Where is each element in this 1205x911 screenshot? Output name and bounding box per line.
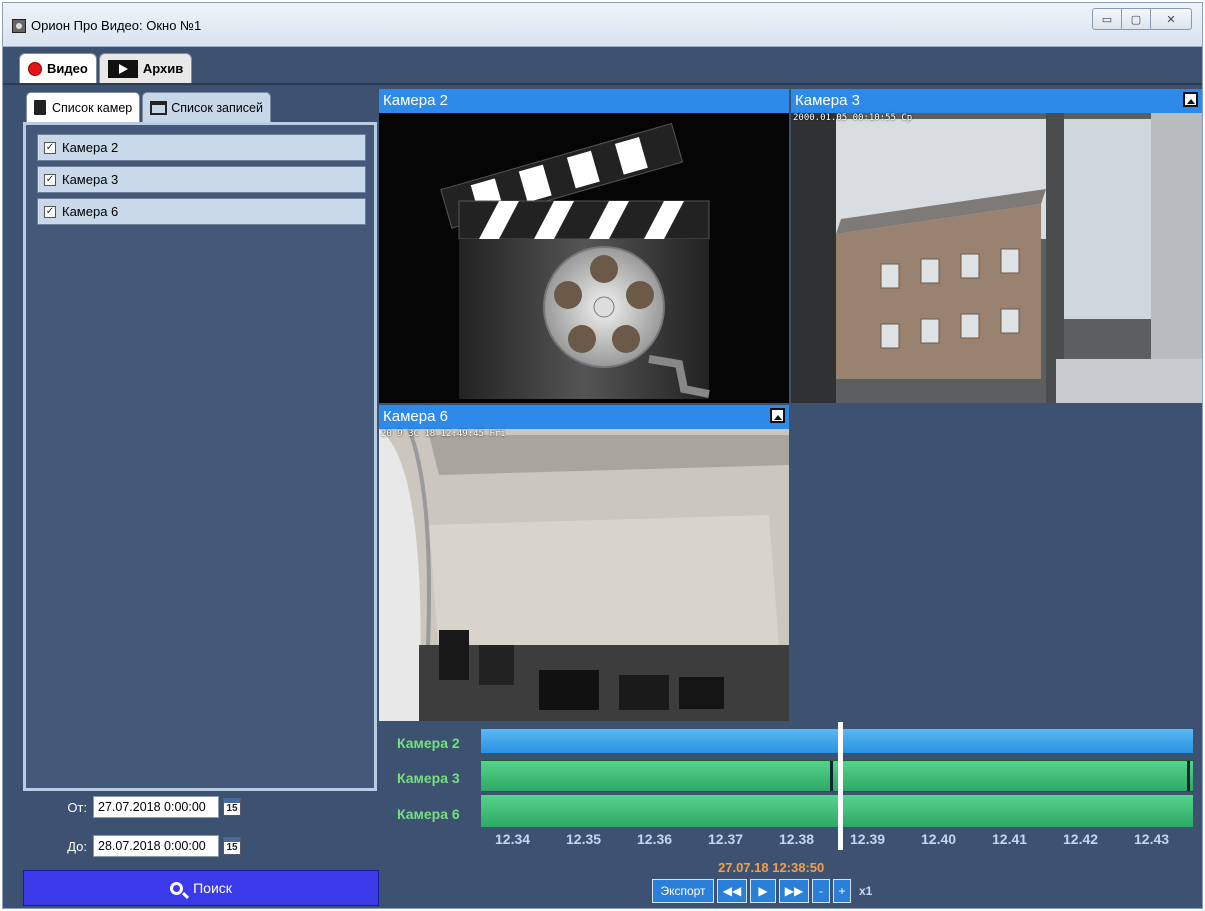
rewind-button[interactable]: ◀◀ <box>717 879 747 903</box>
date-to-row: До: 28.07.2018 0:00:00 15 <box>53 835 241 857</box>
play-button[interactable]: ▶ <box>750 879 776 903</box>
date-from-input[interactable]: 27.07.2018 0:00:00 <box>93 796 219 818</box>
snapshot-icon[interactable] <box>770 408 785 423</box>
time-tick: 12.41 <box>992 831 1028 847</box>
speed-down-button[interactable]: - <box>812 879 830 903</box>
camera-list-item[interactable]: ✓ Камера 6 <box>37 198 366 225</box>
timeline-playhead[interactable] <box>838 722 843 850</box>
camera-2-tile[interactable]: Камера 2 <box>379 89 789 403</box>
checkbox[interactable]: ✓ <box>44 141 56 154</box>
checkbox[interactable]: ✓ <box>44 205 56 218</box>
time-tick: 12.37 <box>708 831 744 847</box>
date-from-row: От: 27.07.2018 0:00:00 15 <box>53 796 241 818</box>
camera-6-video <box>379 428 789 721</box>
mode-tabs: Видео Архив <box>19 53 194 83</box>
playback-controls: Экспорт ◀◀ ▶ ▶▶ - + x1 <box>652 879 872 903</box>
calendar-icon[interactable]: 15 <box>223 798 241 816</box>
camera-6-tile[interactable]: Камера 6 20 9 3C 18 12:49:45 Fri <box>379 405 789 721</box>
tab-record-list[interactable]: Список записей <box>142 92 271 122</box>
film-icon <box>107 59 138 78</box>
timeline-label: Камера 6 <box>397 806 460 822</box>
tab-record-list-label: Список записей <box>171 100 263 115</box>
camera-2-video <box>379 113 789 403</box>
tab-archive[interactable]: Архив <box>98 53 193 83</box>
records-icon <box>150 100 168 115</box>
divider <box>3 83 1202 85</box>
camera-label: Камера 3 <box>62 172 119 187</box>
export-button[interactable]: Экспорт <box>652 879 714 903</box>
time-tick: 12.34 <box>495 831 531 847</box>
tab-archive-label: Архив <box>142 61 184 76</box>
checkbox[interactable]: ✓ <box>44 173 56 186</box>
app-window: Орион Про Видео: Окно №1 ▭ ▢ ✕ Видео Арх… <box>2 2 1203 909</box>
gap-marker <box>830 761 833 791</box>
date-from-label: От: <box>67 799 87 815</box>
camera-label: Камера 2 <box>62 140 119 155</box>
tile-title: Камера 2 <box>379 89 789 113</box>
tab-camera-list-label: Список камер <box>52 100 133 115</box>
video-timestamp: 2000.01.05 00:10:55 Ср <box>793 113 913 123</box>
speed-indicator: x1 <box>859 884 873 898</box>
time-tick: 12.42 <box>1063 831 1099 847</box>
camera-3-video <box>791 113 1202 403</box>
time-tick: 12.43 <box>1134 831 1170 847</box>
search-icon <box>170 881 184 895</box>
forward-button[interactable]: ▶▶ <box>779 879 809 903</box>
time-tick: 12.39 <box>850 831 886 847</box>
camera-list-item[interactable]: ✓ Камера 3 <box>37 166 366 193</box>
left-tabs: Список камер Список записей <box>26 92 273 122</box>
current-timestamp: 27.07.18 12:38:50 <box>718 860 825 875</box>
close-button[interactable]: ✕ <box>1150 8 1192 30</box>
record-icon <box>28 61 42 76</box>
speed-up-button[interactable]: + <box>833 879 851 903</box>
timeline-track-camera-3[interactable] <box>481 760 1193 792</box>
tile-title: Камера 3 <box>791 89 1202 113</box>
time-tick: 12.36 <box>637 831 673 847</box>
timeline-track-camera-6[interactable] <box>481 795 1193 827</box>
gap-marker <box>1187 761 1190 791</box>
time-tick: 12.35 <box>566 831 602 847</box>
minimize-button[interactable]: ▭ <box>1092 8 1122 30</box>
window-controls: ▭ ▢ ✕ <box>1092 8 1192 30</box>
video-timestamp: 20 9 3C 18 12:49:45 Fri <box>381 429 506 439</box>
timeline-label: Камера 2 <box>397 735 460 751</box>
window-title: Орион Про Видео: Окно №1 <box>31 18 202 33</box>
date-to-label: До: <box>67 838 87 854</box>
search-label: Поиск <box>193 880 232 896</box>
tab-camera-list[interactable]: Список камер <box>26 92 141 122</box>
snapshot-icon[interactable] <box>1183 92 1198 107</box>
camera-3-tile[interactable]: Камера 3 2000.01.05 00:10:55 Ср <box>791 89 1202 403</box>
camera-label: Камера 6 <box>62 204 119 219</box>
timeline-track-camera-2[interactable] <box>481 729 1193 753</box>
camera-icon <box>34 100 46 115</box>
tab-video[interactable]: Видео <box>19 53 97 83</box>
calendar-icon[interactable]: 15 <box>223 837 241 855</box>
maximize-button[interactable]: ▢ <box>1121 8 1151 30</box>
title-bar: Орион Про Видео: Окно №1 ▭ ▢ ✕ <box>3 3 1202 47</box>
tab-video-label: Видео <box>47 61 88 76</box>
tile-title: Камера 6 <box>379 405 789 429</box>
time-tick: 12.38 <box>779 831 815 847</box>
date-to-input[interactable]: 28.07.2018 0:00:00 <box>93 835 219 857</box>
camera-list-panel: ✓ Камера 2 ✓ Камера 3 ✓ Камера 6 <box>23 122 377 791</box>
camera-list-item[interactable]: ✓ Камера 2 <box>37 134 366 161</box>
search-button[interactable]: Поиск <box>23 870 379 906</box>
timeline-label: Камера 3 <box>397 770 460 786</box>
time-tick: 12.40 <box>921 831 957 847</box>
camera-app-icon <box>12 19 26 33</box>
